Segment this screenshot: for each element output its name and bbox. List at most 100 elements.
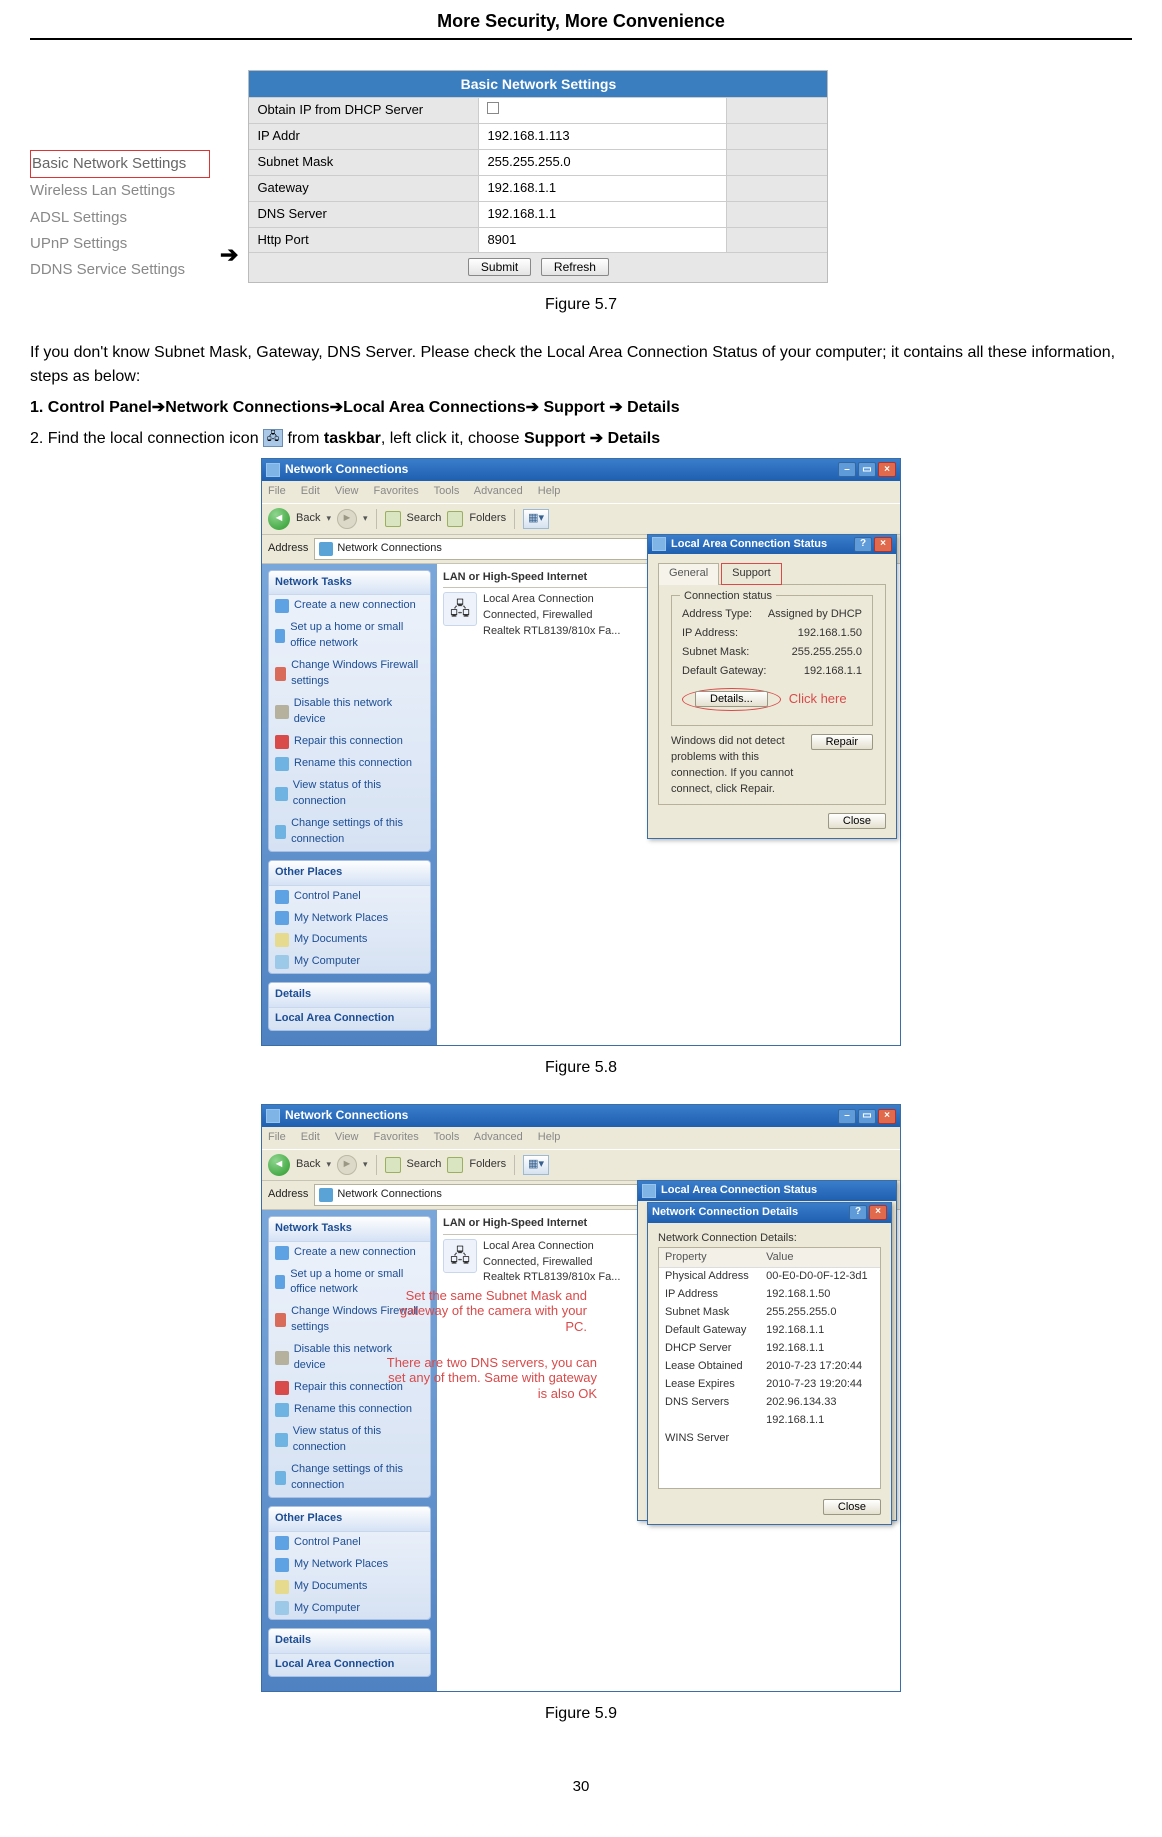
folders-icon[interactable]: [447, 511, 463, 527]
task-repair[interactable]: Repair this connection: [269, 1377, 430, 1399]
sidebar-item-wireless-lan[interactable]: Wireless Lan Settings: [30, 178, 210, 204]
menu-view[interactable]: View: [335, 1131, 359, 1143]
window-titlebar[interactable]: Network Connections – ▭ ×: [262, 459, 900, 480]
row-ip-value[interactable]: 192.168.1.113: [479, 124, 727, 149]
task-view-status[interactable]: View status of this connection: [269, 1421, 430, 1459]
status-close-button[interactable]: Close: [828, 813, 886, 829]
back-dropdown[interactable]: ▾: [326, 1158, 331, 1171]
details-button[interactable]: Details...: [695, 691, 768, 707]
other-places-header[interactable]: Other Places: [269, 1507, 430, 1532]
menu-help[interactable]: Help: [538, 485, 561, 497]
folders-label[interactable]: Folders: [469, 1157, 506, 1173]
menu-edit[interactable]: Edit: [301, 485, 320, 497]
details-close-button[interactable]: Close: [823, 1499, 881, 1515]
row-port-value[interactable]: 8901: [479, 228, 727, 253]
back-label[interactable]: Back: [296, 1157, 320, 1173]
network-tasks-header[interactable]: Network Tasks: [269, 571, 430, 596]
submit-button[interactable]: Submit: [468, 258, 531, 276]
views-button[interactable]: ▦▾: [523, 1155, 549, 1175]
maximize-button[interactable]: ▭: [858, 462, 876, 477]
dialog-help-button[interactable]: ?: [849, 1205, 867, 1220]
task-rename[interactable]: Rename this connection: [269, 1399, 430, 1421]
close-button[interactable]: ×: [878, 1109, 896, 1124]
folders-icon[interactable]: [447, 1157, 463, 1173]
col-value[interactable]: Value: [760, 1248, 880, 1269]
task-disable-device[interactable]: Disable this network device: [269, 1339, 430, 1377]
other-control-panel[interactable]: Control Panel: [269, 1532, 430, 1554]
search-icon[interactable]: [385, 1157, 401, 1173]
repair-button[interactable]: Repair: [811, 734, 873, 750]
sidebar-item-adsl[interactable]: ADSL Settings: [30, 205, 210, 231]
menu-view[interactable]: View: [335, 485, 359, 497]
other-places-header[interactable]: Other Places: [269, 861, 430, 886]
menu-bar[interactable]: File Edit View Favorites Tools Advanced …: [262, 1127, 900, 1149]
network-tasks-header[interactable]: Network Tasks: [269, 1217, 430, 1242]
menu-help[interactable]: Help: [538, 1131, 561, 1143]
menu-file[interactable]: File: [268, 485, 286, 497]
minimize-button[interactable]: –: [838, 1109, 856, 1124]
dialog-close-button[interactable]: ×: [874, 537, 892, 552]
forward-button[interactable]: ►: [337, 509, 357, 529]
task-view-status[interactable]: View status of this connection: [269, 775, 430, 813]
back-button[interactable]: ◄: [268, 508, 290, 530]
other-my-computer[interactable]: My Computer: [269, 1598, 430, 1620]
dialog-close-button[interactable]: ×: [869, 1205, 887, 1220]
task-change-settings[interactable]: Change settings of this connection: [269, 813, 430, 851]
task-change-firewall[interactable]: Change Windows Firewall settings: [269, 1301, 430, 1339]
task-create-connection[interactable]: Create a new connection: [269, 1242, 430, 1264]
sidebar-item-basic-network[interactable]: Basic Network Settings: [30, 150, 210, 178]
other-my-documents[interactable]: My Documents: [269, 929, 430, 951]
maximize-button[interactable]: ▭: [858, 1109, 876, 1124]
task-create-connection[interactable]: Create a new connection: [269, 595, 430, 617]
refresh-button[interactable]: Refresh: [541, 258, 609, 276]
menu-tools[interactable]: Tools: [434, 1131, 460, 1143]
search-icon[interactable]: [385, 511, 401, 527]
sidebar-item-upnp[interactable]: UPnP Settings: [30, 231, 210, 257]
task-setup-home[interactable]: Set up a home or small office network: [269, 617, 430, 655]
task-rename[interactable]: Rename this connection: [269, 753, 430, 775]
menu-bar[interactable]: File Edit View Favorites Tools Advanced …: [262, 481, 900, 503]
forward-button[interactable]: ►: [337, 1155, 357, 1175]
forward-dropdown[interactable]: ▾: [363, 1158, 368, 1171]
search-label[interactable]: Search: [407, 1157, 442, 1173]
task-setup-home[interactable]: Set up a home or small office network: [269, 1264, 430, 1302]
task-change-settings[interactable]: Change settings of this connection: [269, 1459, 430, 1497]
window-titlebar[interactable]: Network Connections – ▭ ×: [262, 1105, 900, 1126]
task-repair[interactable]: Repair this connection: [269, 731, 430, 753]
other-control-panel[interactable]: Control Panel: [269, 886, 430, 908]
task-disable-device[interactable]: Disable this network device: [269, 693, 430, 731]
task-change-firewall[interactable]: Change Windows Firewall settings: [269, 655, 430, 693]
dhcp-checkbox[interactable]: [487, 102, 499, 114]
back-label[interactable]: Back: [296, 511, 320, 527]
minimize-button[interactable]: –: [838, 462, 856, 477]
menu-advanced[interactable]: Advanced: [474, 1131, 523, 1143]
menu-edit[interactable]: Edit: [301, 1131, 320, 1143]
details-header[interactable]: Details: [269, 983, 430, 1008]
views-button[interactable]: ▦▾: [523, 509, 549, 529]
col-property[interactable]: Property: [659, 1248, 760, 1269]
close-button[interactable]: ×: [878, 462, 896, 477]
row-dns-value[interactable]: 192.168.1.1: [479, 202, 727, 227]
row-mask-value[interactable]: 255.255.255.0: [479, 150, 727, 175]
menu-favorites[interactable]: Favorites: [374, 485, 419, 497]
tab-support[interactable]: Support: [721, 563, 782, 585]
details-header[interactable]: Details: [269, 1629, 430, 1654]
other-my-computer[interactable]: My Computer: [269, 951, 430, 973]
menu-favorites[interactable]: Favorites: [374, 1131, 419, 1143]
tab-general[interactable]: General: [658, 563, 719, 585]
back-dropdown[interactable]: ▾: [326, 512, 331, 525]
dialog-help-button[interactable]: ?: [854, 537, 872, 552]
search-label[interactable]: Search: [407, 511, 442, 527]
forward-dropdown[interactable]: ▾: [363, 512, 368, 525]
folders-label[interactable]: Folders: [469, 511, 506, 527]
row-dhcp-value[interactable]: [479, 98, 727, 123]
sidebar-item-ddns[interactable]: DDNS Service Settings: [30, 257, 210, 283]
other-my-documents[interactable]: My Documents: [269, 1576, 430, 1598]
other-network-places[interactable]: My Network Places: [269, 1554, 430, 1576]
row-gw-value[interactable]: 192.168.1.1: [479, 176, 727, 201]
menu-advanced[interactable]: Advanced: [474, 485, 523, 497]
menu-tools[interactable]: Tools: [434, 485, 460, 497]
menu-file[interactable]: File: [268, 1131, 286, 1143]
other-network-places[interactable]: My Network Places: [269, 908, 430, 930]
back-button[interactable]: ◄: [268, 1154, 290, 1176]
